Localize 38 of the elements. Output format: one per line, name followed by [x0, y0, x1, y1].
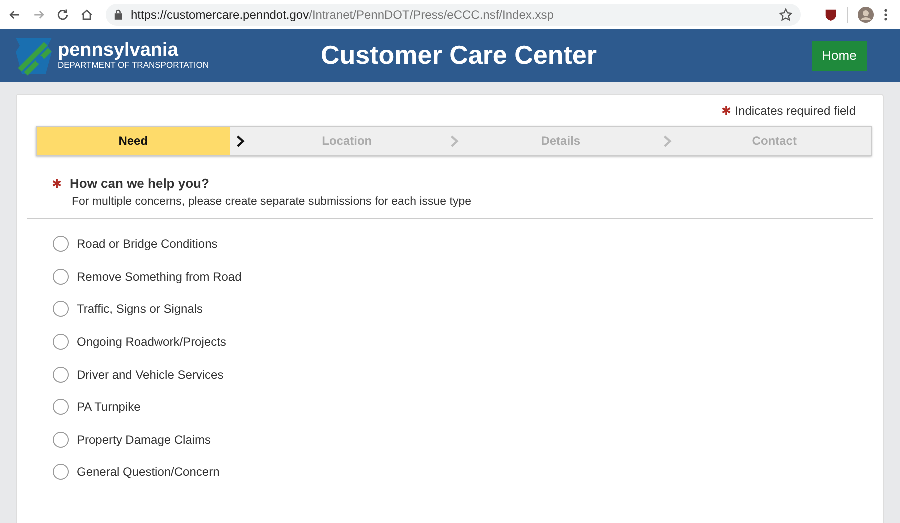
home-icon[interactable]: [80, 8, 94, 22]
star-icon[interactable]: [779, 8, 793, 22]
question-title: How can we help you?: [70, 176, 210, 191]
url-text: https://customercare.penndot.gov/Intranet/PennDOT/Press/eCCC.nsf/Index.xsp: [131, 8, 555, 22]
option-label[interactable]: Ongoing Roadwork/Projects: [77, 335, 226, 350]
radio-button[interactable]: [53, 399, 69, 416]
more-icon[interactable]: [884, 8, 888, 22]
radio-button[interactable]: [53, 366, 69, 383]
option-label[interactable]: Road or Bridge Conditions: [77, 237, 218, 252]
radio-button[interactable]: [53, 334, 69, 350]
radio-button[interactable]: [53, 268, 69, 285]
radio-button[interactable]: [53, 432, 69, 448]
required-mark: ✱: [52, 176, 62, 190]
page-title: Customer Care Center: [321, 40, 598, 71]
option-label[interactable]: Remove Something from Road: [77, 270, 242, 284]
required-mark: ✱: [721, 104, 732, 118]
logo-name: pennsylvania: [58, 40, 180, 60]
chevron-icon: [236, 134, 245, 148]
avatar-icon[interactable]: [858, 6, 874, 22]
home-button[interactable]: Home: [812, 40, 867, 70]
option-label[interactable]: General Question/Concern: [77, 465, 220, 480]
option-label[interactable]: PA Turnpike: [77, 400, 141, 414]
required-note: Indicates required field: [735, 104, 856, 118]
shield-icon[interactable]: [825, 8, 837, 22]
option-label[interactable]: Property Damage Claims: [77, 432, 212, 447]
radio-button[interactable]: [53, 236, 69, 252]
step-tab[interactable]: Need: [37, 127, 230, 155]
question-hint: For multiple concerns, please create separate submissions for each issue type: [72, 196, 473, 208]
reload-icon[interactable]: [56, 8, 70, 22]
chevron-icon: [663, 134, 672, 148]
chevron-icon: [450, 134, 458, 148]
address-bar[interactable]: https://customercare.penndot.gov/Intranet/PennDOT/Press/eCCC.nsf/Index.xsp: [106, 4, 801, 26]
option-label[interactable]: Traffic, Signs or Signals: [77, 302, 204, 316]
option-label[interactable]: Driver and Vehicle Services: [77, 368, 224, 382]
logo-subtitle: DEPARTMENT OF TRANSPORTATION: [58, 60, 209, 70]
radio-button[interactable]: [53, 301, 69, 318]
lock-icon: [114, 9, 123, 20]
radio-button[interactable]: [53, 464, 69, 480]
